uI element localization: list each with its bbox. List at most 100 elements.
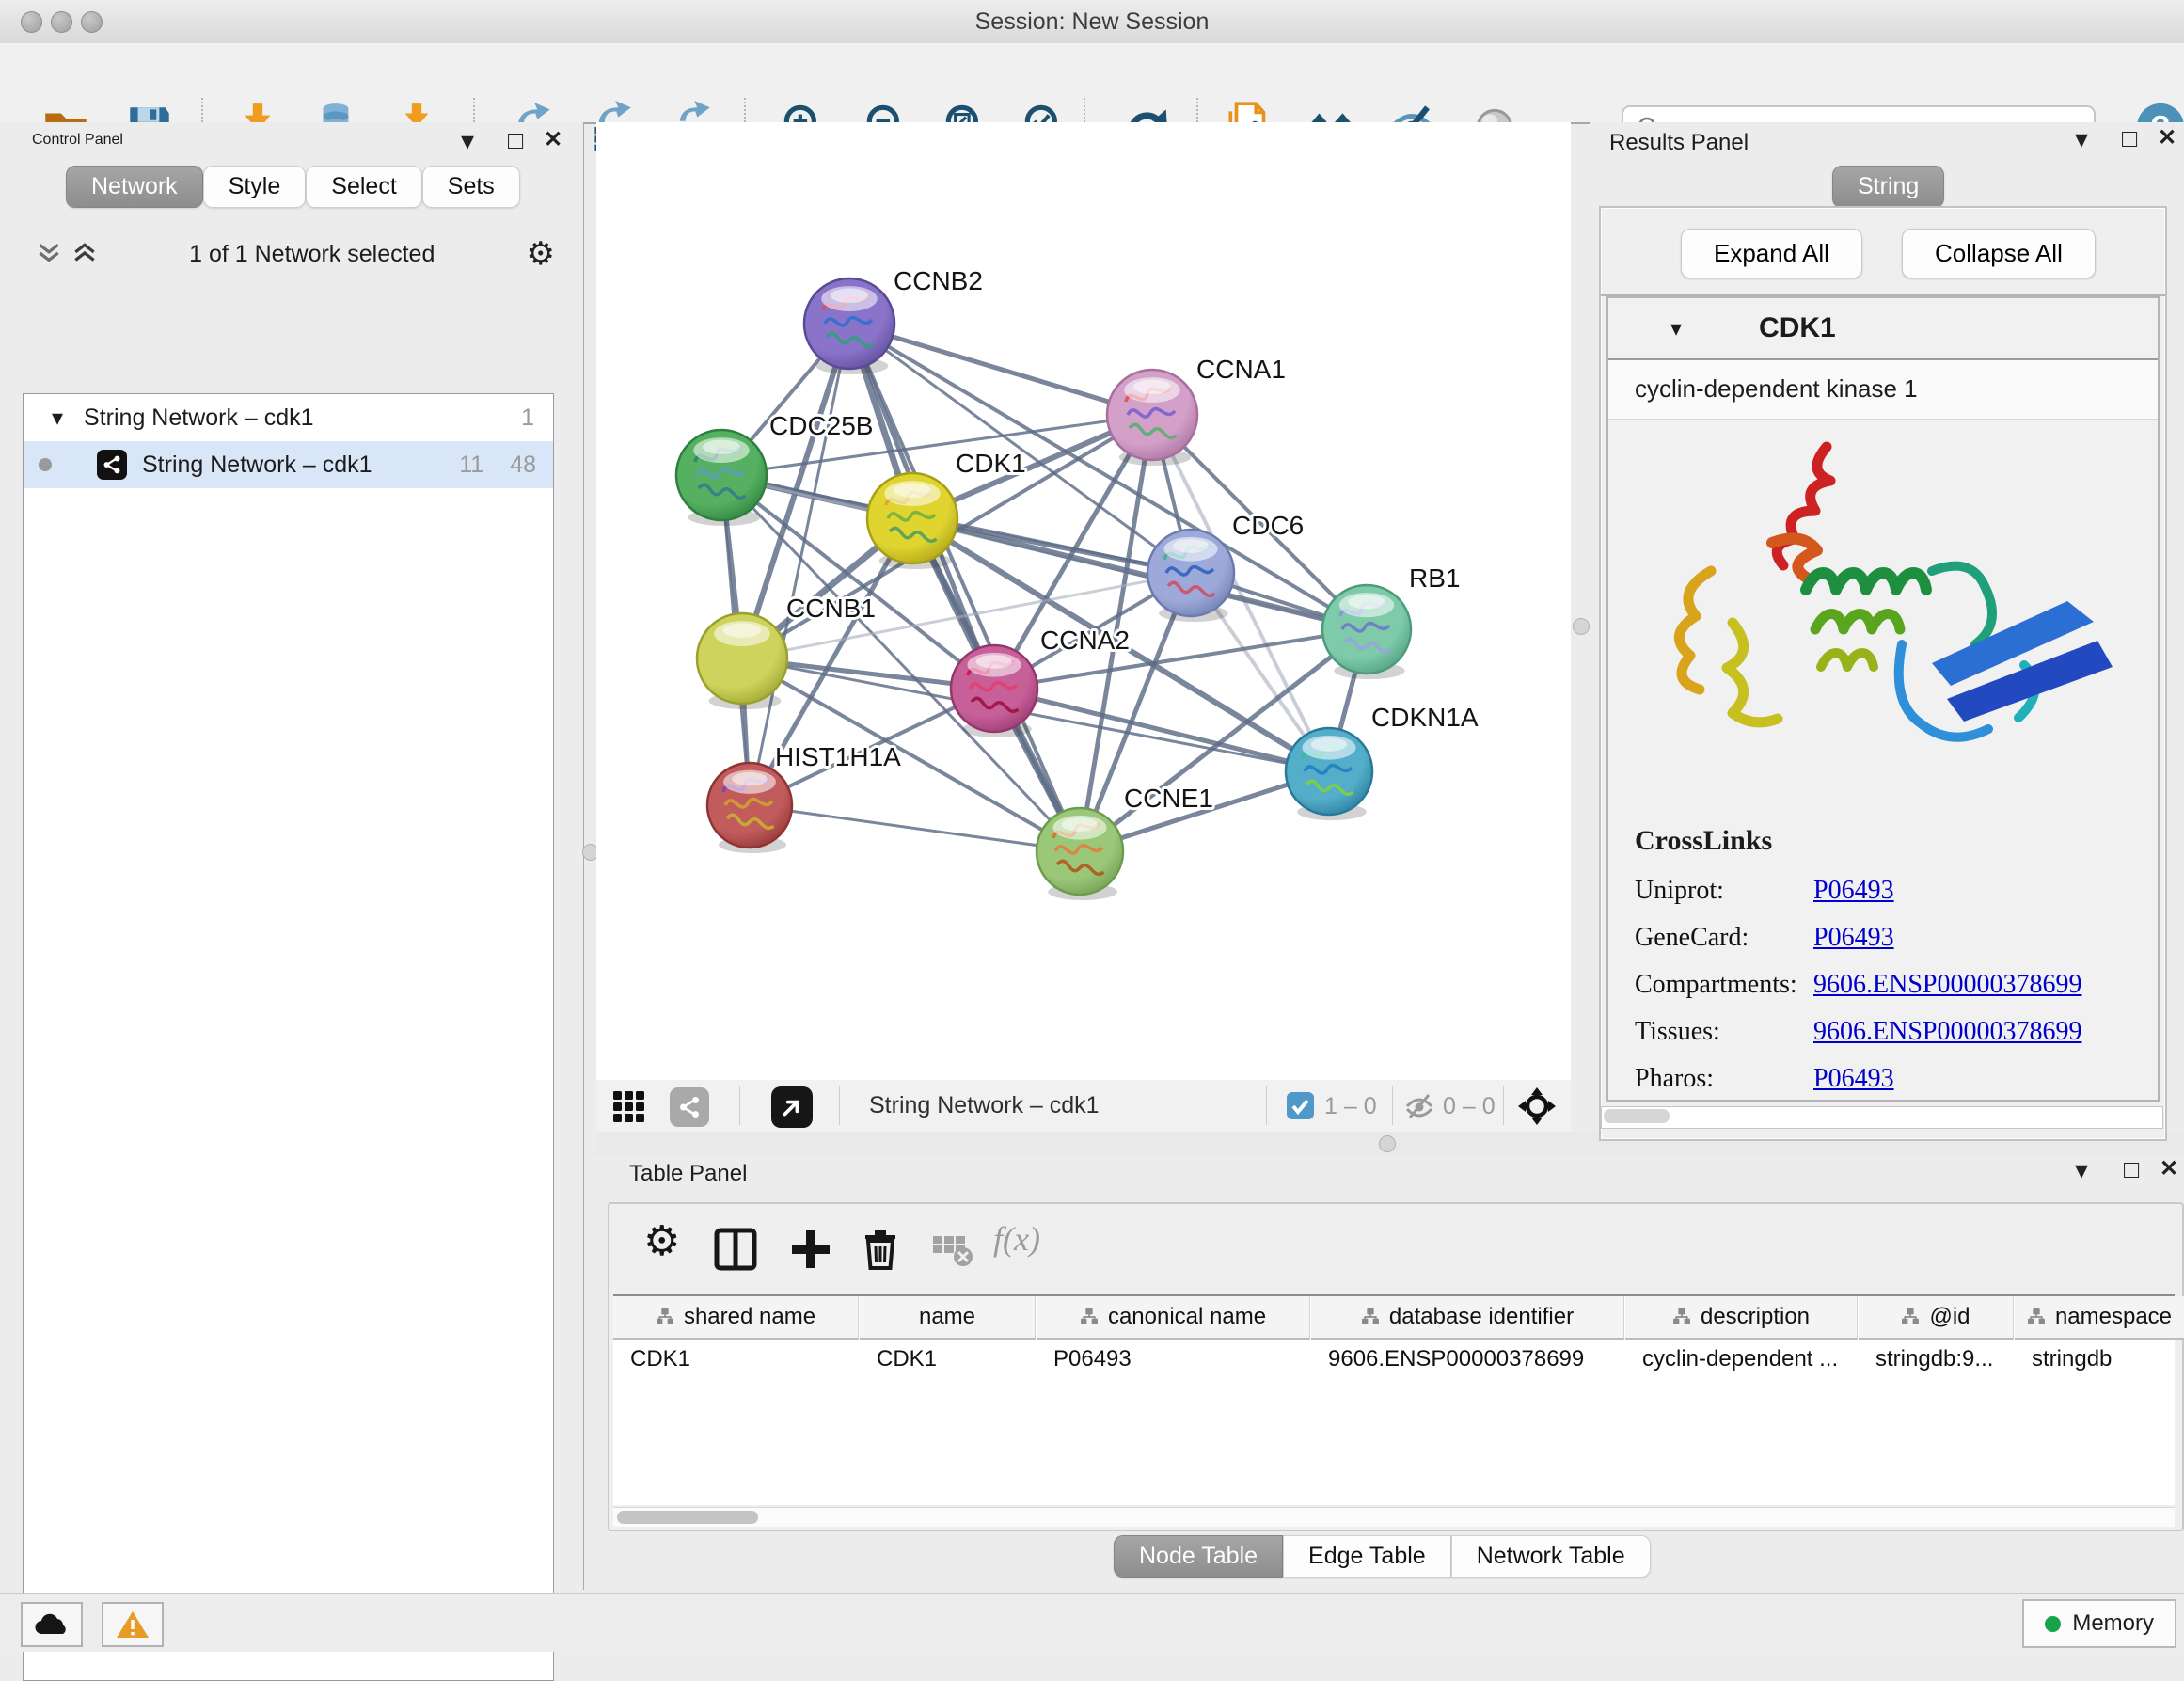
collection-disclosure-icon[interactable]: ▾ bbox=[52, 404, 63, 432]
column-header-description[interactable]: description bbox=[1625, 1296, 1858, 1340]
splitter-handle[interactable] bbox=[1573, 618, 1590, 635]
collection-count: 1 bbox=[521, 404, 534, 432]
tab-style[interactable]: Style bbox=[203, 166, 307, 208]
node-CDK1[interactable] bbox=[867, 473, 957, 569]
edge-CCNB2-CCNA1[interactable] bbox=[849, 324, 1152, 415]
table-options-gear-icon[interactable]: ⚙ bbox=[643, 1217, 680, 1265]
column-header-name[interactable]: name bbox=[860, 1296, 1036, 1340]
table-cell[interactable]: 9606.ENSP00000378699 bbox=[1311, 1340, 1623, 1379]
gene-description: cyclin-dependent kinase 1 bbox=[1608, 358, 2158, 420]
node-CCNA1[interactable] bbox=[1107, 370, 1197, 466]
table-cell[interactable]: cyclin-dependent ... bbox=[1625, 1340, 1857, 1379]
collapse-panel-icon[interactable]: ▾ bbox=[2075, 126, 2088, 152]
float-panel-icon[interactable]: □ bbox=[508, 128, 523, 153]
table-hscrollbar[interactable] bbox=[613, 1507, 2175, 1527]
control-panel-title: Control Panel bbox=[32, 132, 123, 149]
table-cell[interactable]: CDK1 bbox=[613, 1340, 858, 1379]
table-cell[interactable]: stringdb:9... bbox=[1859, 1340, 2013, 1379]
crosslink-link[interactable]: P06493 bbox=[1813, 876, 1894, 906]
main-toolbar: ? bbox=[0, 43, 2184, 124]
results-hscrollbar[interactable] bbox=[1601, 1106, 2163, 1129]
birds-eye-view-icon[interactable] bbox=[1516, 1086, 1558, 1127]
title-bar: Session: New Session bbox=[0, 0, 2184, 44]
close-panel-icon[interactable]: ✕ bbox=[2160, 1158, 2178, 1181]
results-panel-title: Results Panel bbox=[1609, 130, 1749, 156]
network-canvas[interactable]: CCNB2CCNA1CDC25BCDK1CDC6RB1CCNB1CCNA2CDK… bbox=[596, 122, 1571, 1081]
node-count: 11 bbox=[459, 452, 483, 479]
grid-view-icon[interactable] bbox=[611, 1089, 645, 1123]
collection-label: String Network – cdk1 bbox=[84, 404, 314, 432]
string-results-container: Expand All Collapse All ▾ CDK1 cyclin-de… bbox=[1599, 206, 2167, 1141]
node-CDKN1A[interactable] bbox=[1286, 728, 1372, 820]
crosslink-link[interactable]: P06493 bbox=[1813, 1064, 1894, 1094]
entry-disclosure-icon[interactable]: ▾ bbox=[1670, 315, 1682, 342]
node-RB1[interactable] bbox=[1322, 585, 1411, 679]
footer-separator bbox=[739, 1086, 740, 1125]
column-header-namespace[interactable]: namespace bbox=[2015, 1296, 2184, 1340]
column-header-canonical-name[interactable]: canonical name bbox=[1037, 1296, 1310, 1340]
float-panel-icon[interactable]: □ bbox=[2122, 126, 2137, 151]
column-header-@id[interactable]: @id bbox=[1859, 1296, 2014, 1340]
table-container: ⚙ f(x) shared nameCDK1nameCDK1canonical … bbox=[608, 1202, 2184, 1531]
tab-node-table[interactable]: Node Table bbox=[1114, 1535, 1283, 1578]
collapse-all-button[interactable]: Collapse All bbox=[1902, 229, 2096, 278]
node-CDC25B[interactable] bbox=[676, 430, 767, 526]
tab-string[interactable]: String bbox=[1832, 166, 1944, 208]
window-title: Session: New Session bbox=[0, 8, 2184, 36]
crosslink-label: Tissues: bbox=[1635, 1017, 1813, 1047]
selected-checkbox-icon[interactable] bbox=[1287, 1092, 1314, 1119]
memory-button[interactable]: Memory bbox=[2022, 1599, 2176, 1648]
node-CCNE1[interactable] bbox=[1037, 808, 1123, 900]
splitter-handle[interactable] bbox=[1379, 1135, 1396, 1152]
tab-select[interactable]: Select bbox=[306, 166, 421, 208]
close-panel-icon[interactable]: ✕ bbox=[2158, 127, 2176, 150]
crosslink-link[interactable]: 9606.ENSP00000378699 bbox=[1813, 1017, 2081, 1047]
string-network-icon bbox=[97, 450, 127, 480]
network-options-gear-icon[interactable]: ⚙ bbox=[527, 235, 555, 273]
network-collection-row[interactable]: ▾ String Network – cdk1 1 bbox=[24, 394, 553, 441]
crosslink-label: Compartments: bbox=[1635, 970, 1813, 1000]
collapse-all-icon[interactable] bbox=[36, 241, 62, 267]
table-cell[interactable]: CDK1 bbox=[860, 1340, 1035, 1379]
expand-all-button[interactable]: Expand All bbox=[1681, 229, 1862, 278]
edge-HIST1H1A-CCNE1[interactable] bbox=[750, 805, 1080, 851]
node-label-CDC25B: CDC25B bbox=[769, 411, 873, 440]
create-column-icon[interactable] bbox=[786, 1225, 835, 1274]
network-row-selected[interactable]: String Network – cdk1 11 48 bbox=[24, 441, 553, 488]
table-cell[interactable]: P06493 bbox=[1037, 1340, 1309, 1379]
table-panel: Table Panel ▾ □ ✕ ⚙ f(x) shared nameCDK1… bbox=[596, 1155, 2184, 1590]
cloud-status-button[interactable] bbox=[21, 1602, 83, 1647]
tab-network[interactable]: Network bbox=[66, 166, 203, 208]
show-columns-icon[interactable] bbox=[711, 1225, 760, 1274]
tab-network-table[interactable]: Network Table bbox=[1451, 1535, 1651, 1578]
column-header-database-identifier[interactable]: database identifier bbox=[1311, 1296, 1624, 1340]
hidden-eye-icon bbox=[1403, 1091, 1435, 1121]
open-in-window-icon[interactable] bbox=[771, 1086, 813, 1128]
crosslink-link[interactable]: P06493 bbox=[1813, 923, 1894, 953]
crosslink-link[interactable]: 9606.ENSP00000378699 bbox=[1813, 970, 2081, 1000]
collapse-panel-icon[interactable]: ▾ bbox=[461, 128, 474, 154]
crosslink-row: Compartments:9606.ENSP00000378699 bbox=[1635, 970, 2124, 1000]
results-panel: Results Panel ▾ □ ✕ String Expand All Co… bbox=[1590, 122, 2184, 1132]
tab-sets[interactable]: Sets bbox=[422, 166, 520, 208]
memory-status-dot-icon bbox=[2045, 1616, 2061, 1632]
delete-column-icon[interactable] bbox=[856, 1225, 905, 1274]
node-HIST1H1A[interactable] bbox=[707, 763, 792, 853]
network-share-view-icon[interactable] bbox=[670, 1087, 709, 1127]
tab-edge-table[interactable]: Edge Table bbox=[1283, 1535, 1451, 1578]
node-label-CCNB2: CCNB2 bbox=[894, 266, 983, 295]
control-panel: Control Panel ▾ □ ✕ Network Style Select… bbox=[0, 122, 584, 1590]
edge-CCNB2-CCNE1[interactable] bbox=[849, 324, 1080, 851]
footer-separator bbox=[1392, 1086, 1393, 1125]
table-cell[interactable]: stringdb bbox=[2015, 1340, 2184, 1379]
column-header-shared-name[interactable]: shared name bbox=[613, 1296, 859, 1340]
crosslink-label: Pharos: bbox=[1635, 1064, 1813, 1094]
warning-status-button[interactable] bbox=[102, 1602, 164, 1647]
collapse-panel-icon[interactable]: ▾ bbox=[2075, 1157, 2088, 1183]
float-panel-icon[interactable]: □ bbox=[2124, 1157, 2139, 1182]
footer-separator bbox=[1503, 1086, 1504, 1125]
expand-all-icon[interactable] bbox=[71, 241, 98, 267]
footer-separator bbox=[1266, 1086, 1267, 1125]
close-panel-icon[interactable]: ✕ bbox=[544, 129, 562, 151]
node-CDC6[interactable] bbox=[1147, 530, 1234, 622]
